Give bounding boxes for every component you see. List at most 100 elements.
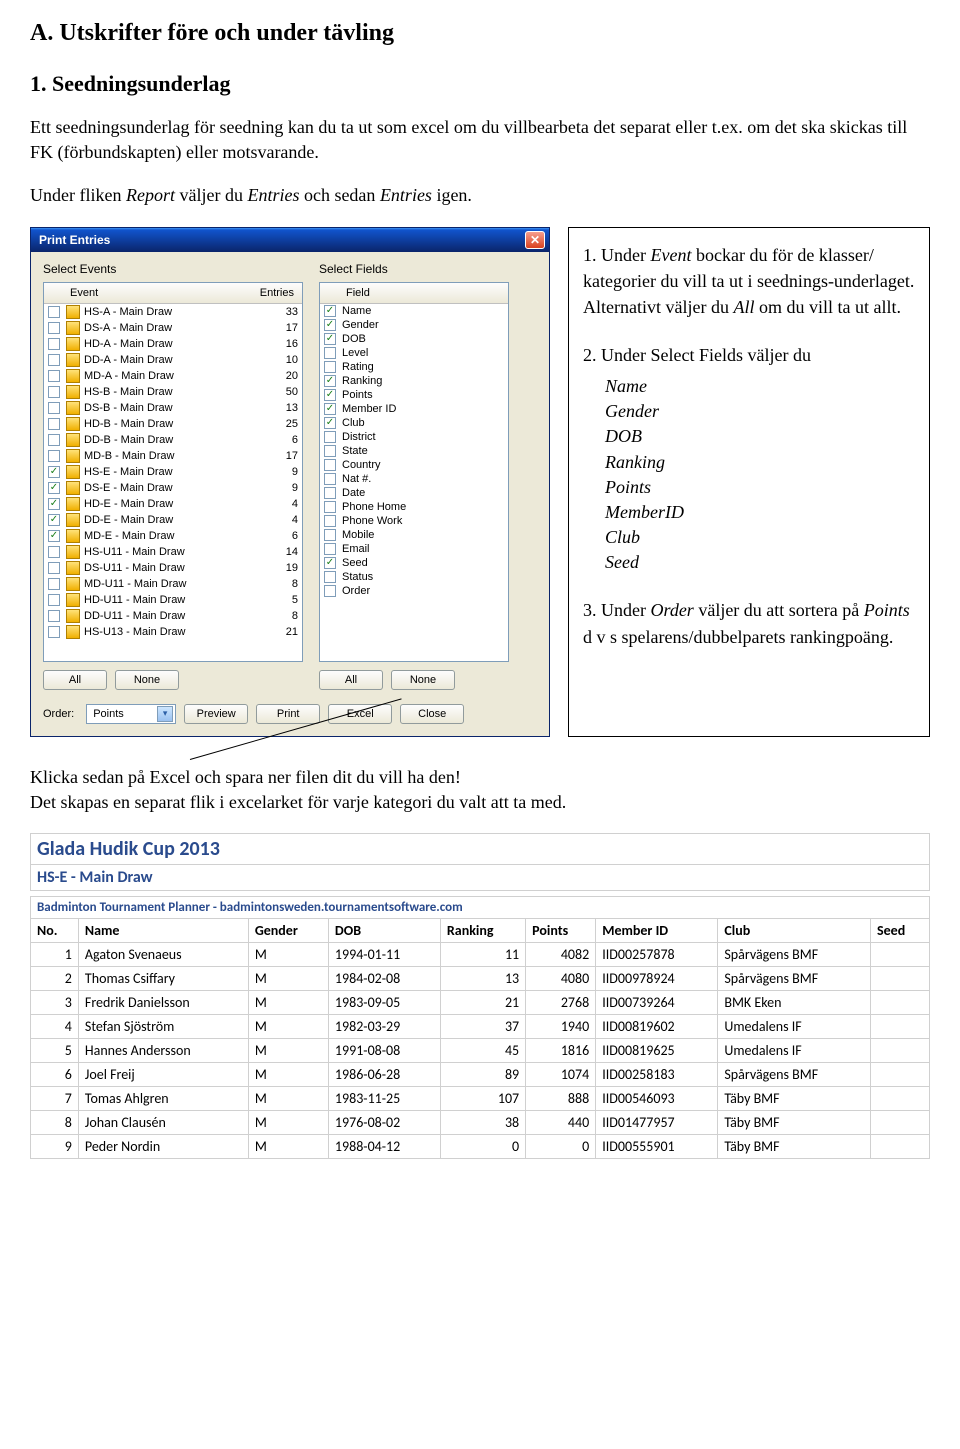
event-row[interactable]: ✓HD-E - Main Draw4 [44,496,302,512]
fields-all-button[interactable]: All [319,670,383,690]
event-row[interactable]: DS-U11 - Main Draw19 [44,560,302,576]
checkbox-icon[interactable] [48,594,60,606]
fields-listbox[interactable]: Field ✓Name✓Gender✓DOBLevelRating✓Rankin… [319,282,509,662]
checkbox-icon[interactable] [48,306,60,318]
checkbox-icon[interactable]: ✓ [324,389,336,401]
field-row[interactable]: Email [320,542,508,556]
event-row[interactable]: HS-U13 - Main Draw21 [44,624,302,640]
fields-none-button[interactable]: None [391,670,455,690]
event-row[interactable]: DD-U11 - Main Draw8 [44,608,302,624]
field-row[interactable]: Order [320,584,508,598]
dialog-titlebar[interactable]: Print Entries ✕ [31,228,549,252]
event-row[interactable]: MD-B - Main Draw17 [44,448,302,464]
checkbox-icon[interactable]: ✓ [324,319,336,331]
checkbox-icon[interactable] [48,626,60,638]
event-row[interactable]: DS-B - Main Draw13 [44,400,302,416]
event-row[interactable]: MD-A - Main Draw20 [44,368,302,384]
field-row[interactable]: Status [320,570,508,584]
checkbox-icon[interactable] [48,418,60,430]
event-row[interactable]: MD-U11 - Main Draw8 [44,576,302,592]
order-combobox[interactable]: Points ▾ [86,704,176,724]
checkbox-icon[interactable] [324,543,336,555]
event-row[interactable]: DD-A - Main Draw10 [44,352,302,368]
checkbox-icon[interactable] [48,450,60,462]
checkbox-icon[interactable] [48,370,60,382]
checkbox-icon[interactable]: ✓ [48,498,60,510]
checkbox-icon[interactable] [324,529,336,541]
field-row[interactable]: ✓Name [320,304,508,318]
checkbox-icon[interactable]: ✓ [48,514,60,526]
checkbox-icon[interactable]: ✓ [324,305,336,317]
checkbox-icon[interactable] [324,459,336,471]
event-row[interactable]: ✓MD-E - Main Draw6 [44,528,302,544]
checkbox-icon[interactable] [324,361,336,373]
event-row[interactable]: HD-B - Main Draw25 [44,416,302,432]
field-row[interactable]: ✓Seed [320,556,508,570]
event-row[interactable]: HD-A - Main Draw16 [44,336,302,352]
event-row[interactable]: HD-U11 - Main Draw5 [44,592,302,608]
preview-button[interactable]: Preview [184,704,248,724]
checkbox-icon[interactable] [48,354,60,366]
field-row[interactable]: Nat #. [320,472,508,486]
chevron-down-icon[interactable]: ▾ [157,706,173,722]
checkbox-icon[interactable] [48,434,60,446]
field-row[interactable]: District [320,430,508,444]
checkbox-icon[interactable] [48,322,60,334]
events-none-button[interactable]: None [115,670,179,690]
checkbox-icon[interactable]: ✓ [324,375,336,387]
events-listbox[interactable]: Event Entries HS-A - Main Draw33DS-A - M… [43,282,303,662]
field-row[interactable]: ✓Member ID [320,402,508,416]
close-icon[interactable]: ✕ [525,231,545,249]
checkbox-icon[interactable]: ✓ [324,417,336,429]
checkbox-icon[interactable] [48,338,60,350]
field-row[interactable]: Date [320,486,508,500]
checkbox-icon[interactable] [324,487,336,499]
checkbox-icon[interactable] [48,386,60,398]
event-row[interactable]: ✓DD-E - Main Draw4 [44,512,302,528]
field-row[interactable]: ✓Points [320,388,508,402]
field-row[interactable]: Country [320,458,508,472]
field-row[interactable]: ✓Club [320,416,508,430]
checkbox-icon[interactable] [324,571,336,583]
print-button[interactable]: Print [256,704,320,724]
checkbox-icon[interactable]: ✓ [324,557,336,569]
field-row[interactable]: ✓DOB [320,332,508,346]
event-row[interactable]: HS-U11 - Main Draw14 [44,544,302,560]
checkbox-icon[interactable]: ✓ [324,333,336,345]
event-row[interactable]: DS-A - Main Draw17 [44,320,302,336]
checkbox-icon[interactable] [324,445,336,457]
checkbox-icon[interactable] [324,501,336,513]
checkbox-icon[interactable] [48,610,60,622]
checkbox-icon[interactable] [48,578,60,590]
excel-button[interactable]: Excel [328,704,392,724]
checkbox-icon[interactable] [48,546,60,558]
checkbox-icon[interactable]: ✓ [48,466,60,478]
field-row[interactable]: Phone Home [320,500,508,514]
field-row[interactable]: ✓Gender [320,318,508,332]
field-row[interactable]: State [320,444,508,458]
checkbox-icon[interactable] [324,347,336,359]
event-name: DD-B - Main Draw [84,434,254,446]
field-row[interactable]: ✓Ranking [320,374,508,388]
event-row[interactable]: HS-A - Main Draw33 [44,304,302,320]
close-button[interactable]: Close [400,704,464,724]
checkbox-icon[interactable]: ✓ [48,482,60,494]
checkbox-icon[interactable] [324,431,336,443]
events-all-button[interactable]: All [43,670,107,690]
field-row[interactable]: Phone Work [320,514,508,528]
checkbox-icon[interactable] [324,473,336,485]
field-name: Phone Home [342,501,504,513]
event-row[interactable]: ✓DS-E - Main Draw9 [44,480,302,496]
checkbox-icon[interactable] [48,402,60,414]
event-row[interactable]: ✓HS-E - Main Draw9 [44,464,302,480]
checkbox-icon[interactable] [324,515,336,527]
checkbox-icon[interactable] [48,562,60,574]
checkbox-icon[interactable]: ✓ [48,530,60,542]
field-row[interactable]: Level [320,346,508,360]
checkbox-icon[interactable]: ✓ [324,403,336,415]
field-row[interactable]: Mobile [320,528,508,542]
event-row[interactable]: DD-B - Main Draw6 [44,432,302,448]
event-row[interactable]: HS-B - Main Draw50 [44,384,302,400]
checkbox-icon[interactable] [324,585,336,597]
field-row[interactable]: Rating [320,360,508,374]
